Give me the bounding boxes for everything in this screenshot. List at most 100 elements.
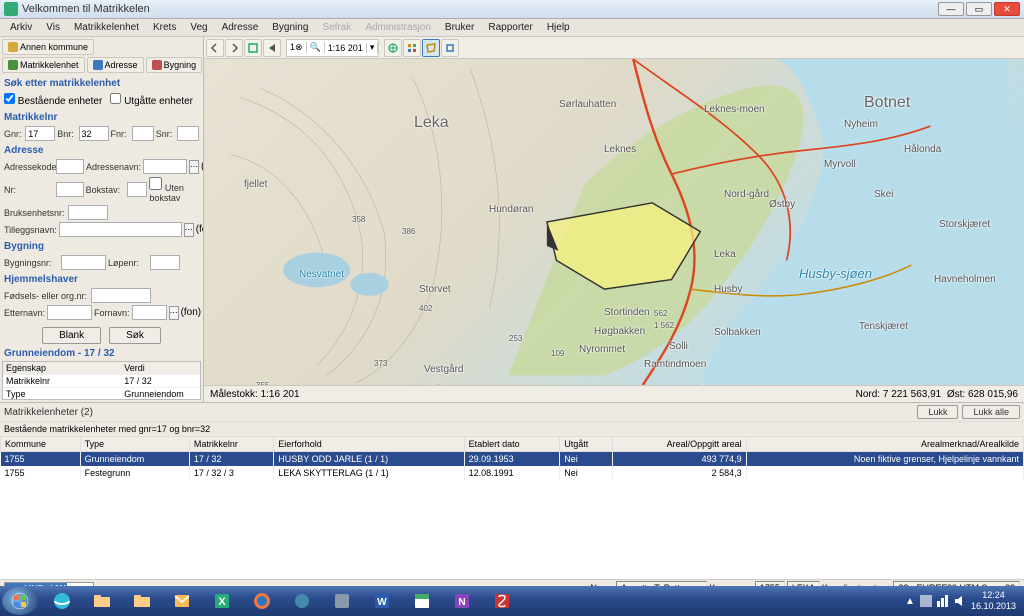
task-matrikkel[interactable]: [403, 588, 441, 614]
forward-button[interactable]: [225, 39, 243, 57]
menu-sefrak: Sefrak: [316, 20, 357, 35]
h-eier[interactable]: Eierforhold: [274, 437, 464, 452]
menu-vis[interactable]: Vis: [40, 20, 66, 35]
task-explorer2[interactable]: [123, 588, 161, 614]
gnr-input[interactable]: [25, 126, 55, 141]
dropdown-icon[interactable]: ▾: [367, 42, 379, 53]
fnr-input[interactable]: [132, 126, 154, 141]
task-outlook[interactable]: [163, 588, 201, 614]
menu-rapporter[interactable]: Rapporter: [482, 20, 538, 35]
info-tool-button[interactable]: [441, 39, 459, 57]
tray-up-icon[interactable]: ▲: [905, 596, 915, 607]
zoom-extent-button[interactable]: [244, 39, 262, 57]
zoom-prev-button[interactable]: [263, 39, 281, 57]
bokstav-input[interactable]: [127, 182, 147, 197]
polygon-tool-button[interactable]: [422, 39, 440, 57]
map-view[interactable]: Leka fjellet Nesvatnet Storvet Vestgård …: [204, 59, 1024, 385]
menu-adresse[interactable]: Adresse: [216, 20, 265, 35]
task-explorer[interactable]: [83, 588, 121, 614]
fon-button-1[interactable]: ⋯: [189, 160, 199, 174]
task-onenote[interactable]: N: [443, 588, 481, 614]
fodsel-input[interactable]: [91, 288, 151, 303]
tab-matrikkelenhet[interactable]: Matrikkelenhet: [2, 57, 85, 73]
sound-icon[interactable]: [954, 595, 966, 607]
network-icon[interactable]: [937, 595, 949, 607]
etternavn-input[interactable]: [47, 305, 92, 320]
menu-bygning[interactable]: Bygning: [266, 20, 314, 35]
snr-input[interactable]: [177, 126, 199, 141]
adrkode-input[interactable]: [56, 159, 84, 174]
menu-matrikkelenhet[interactable]: Matrikkelenhet: [68, 20, 145, 35]
h-type[interactable]: Type: [80, 437, 189, 452]
task-word[interactable]: W: [363, 588, 401, 614]
results-grid[interactable]: Kommune Type Matrikkelnr Eierforhold Eta…: [0, 436, 1024, 579]
matrikkelenhet-icon: [8, 60, 18, 70]
task-acrobat[interactable]: [483, 588, 521, 614]
tab-bygning[interactable]: Bygning: [146, 57, 203, 73]
map-panel: 1⊗🔍1:16 201▾: [204, 37, 1024, 402]
svg-text:W: W: [377, 597, 387, 608]
lopenr-input[interactable]: [150, 255, 180, 270]
section-adresse: Adresse: [4, 145, 201, 156]
fon-button-2[interactable]: ⋯: [184, 223, 194, 237]
nr-input[interactable]: [56, 182, 84, 197]
task-ie[interactable]: [43, 588, 81, 614]
scale-selector[interactable]: 1⊗🔍1:16 201▾: [286, 39, 379, 57]
menu-krets[interactable]: Krets: [147, 20, 182, 35]
lbl-nr: Nr:: [4, 185, 54, 195]
table-row[interactable]: 1755 Grunneiendom 17 / 32 HUSBY ODD JARL…: [1, 452, 1024, 467]
tab-adresse[interactable]: Adresse: [87, 57, 144, 73]
lukk-button[interactable]: Lukk: [917, 405, 958, 419]
chk-utenbokstav[interactable]: Uten bokstav: [149, 176, 199, 203]
h-merk[interactable]: Arealmerknad/Arealkilde: [746, 437, 1023, 452]
h-matr[interactable]: Matrikkelnr: [189, 437, 273, 452]
task-excel[interactable]: X: [203, 588, 241, 614]
h-etab[interactable]: Etablert dato: [464, 437, 560, 452]
table-row[interactable]: 1755 Festegrunn 17 / 32 / 3 LEKA SKYTTER…: [1, 466, 1024, 480]
lbl-fodsel: Fødsels- eller org.nr:: [4, 291, 89, 301]
search-title: Søk etter matrikkelenhet: [4, 78, 201, 89]
lbl-lopenr: Løpenr:: [108, 258, 148, 268]
scale-minus-icon[interactable]: 1⊗: [287, 42, 307, 53]
task-app1[interactable]: [283, 588, 321, 614]
minimize-button[interactable]: —: [938, 2, 964, 16]
lbl-snr: Snr:: [156, 129, 175, 139]
close-button[interactable]: ✕: [994, 2, 1020, 16]
bygnr-input[interactable]: [61, 255, 106, 270]
bnr-input[interactable]: [79, 126, 109, 141]
clock[interactable]: 12:24 16.10.2013: [971, 590, 1016, 612]
windows-taskbar: X W N ▲ 12:24 16.10.2013: [0, 586, 1024, 616]
chk-bestaaende[interactable]: Bestående enheter: [4, 93, 102, 107]
lbl-gnr: Gnr:: [4, 129, 23, 139]
tab-annen-kommune[interactable]: Annen kommune: [2, 39, 94, 55]
adrnavn-input[interactable]: [143, 159, 187, 174]
tillegg-input[interactable]: [59, 222, 182, 237]
fornavn-input[interactable]: [132, 305, 167, 320]
h-utgatt[interactable]: Utgått: [560, 437, 613, 452]
start-button[interactable]: [2, 587, 38, 615]
back-button[interactable]: [206, 39, 224, 57]
menu-bruker[interactable]: Bruker: [439, 20, 480, 35]
sok-button[interactable]: Søk: [109, 327, 161, 344]
toggle-layers-button[interactable]: [403, 39, 421, 57]
globe-button[interactable]: [384, 39, 402, 57]
h-areal[interactable]: Areal/Oppgitt areal: [612, 437, 746, 452]
menu-hjelp[interactable]: Hjelp: [541, 20, 576, 35]
task-firefox[interactable]: [243, 588, 281, 614]
fon-button-3[interactable]: ⋯: [169, 306, 179, 320]
menu-veg[interactable]: Veg: [184, 20, 213, 35]
system-tray[interactable]: ▲ 12:24 16.10.2013: [905, 590, 1022, 612]
lbl-fnr: Fnr:: [111, 129, 130, 139]
flag-icon[interactable]: [920, 595, 932, 607]
task-app2[interactable]: [323, 588, 361, 614]
property-grid[interactable]: EgenskapVerdi Matrikkelnr17 / 32 TypeGru…: [2, 361, 201, 400]
lbl-adrnavn: Adressenavn:: [86, 162, 141, 172]
blank-button[interactable]: Blank: [42, 327, 101, 344]
maximize-button[interactable]: ▭: [966, 2, 992, 16]
h-kommune[interactable]: Kommune: [1, 437, 81, 452]
lukkalle-button[interactable]: Lukk alle: [962, 405, 1020, 419]
menu-bar: Arkiv Vis Matrikkelenhet Krets Veg Adres…: [0, 19, 1024, 37]
chk-utgatte[interactable]: Utgåtte enheter: [110, 93, 193, 107]
bruksenh-input[interactable]: [68, 205, 108, 220]
menu-arkiv[interactable]: Arkiv: [4, 20, 38, 35]
